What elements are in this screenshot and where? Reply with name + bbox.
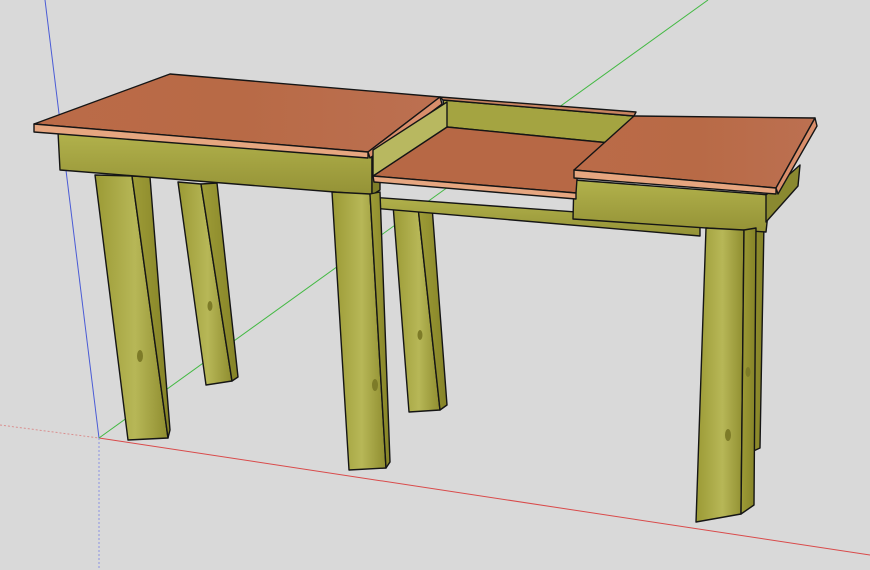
- 3d-viewport[interactable]: [0, 0, 870, 570]
